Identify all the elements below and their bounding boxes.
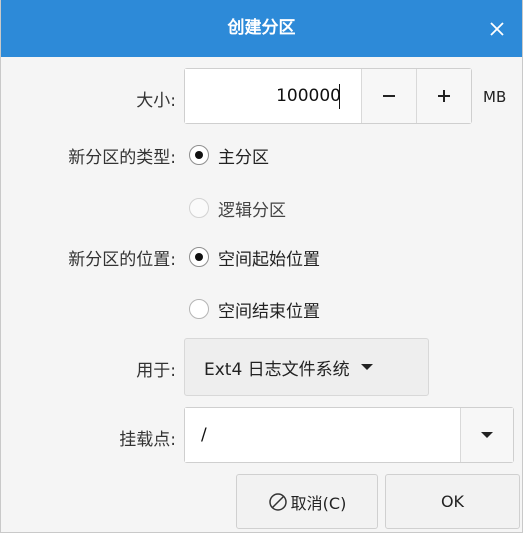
radio-logical-partition[interactable]: 逻辑分区	[189, 193, 286, 223]
caret-down-icon	[360, 364, 373, 370]
close-icon	[490, 22, 504, 36]
radio-label: 主分区	[218, 147, 269, 168]
filesystem-dropdown[interactable]: Ext4 日志文件系统	[184, 338, 429, 396]
radio-button-checked[interactable]	[189, 247, 209, 267]
radio-button-unchecked[interactable]	[189, 198, 209, 218]
size-label: 大小:	[136, 91, 176, 111]
filesystem-value: Ext4 日志文件系统	[204, 359, 350, 380]
mount-point-label: 挂载点:	[119, 430, 176, 450]
radio-start-of-space[interactable]: 空间起始位置	[189, 242, 320, 272]
radio-end-of-space[interactable]: 空间结束位置	[189, 294, 320, 324]
text-cursor	[339, 84, 340, 109]
size-unit: MB	[483, 88, 507, 106]
create-partition-dialog: 创建分区 大小: MB 新分区的类型: 主分区 逻辑分区 新分区的位	[0, 0, 523, 533]
ok-button-label: OK	[440, 492, 465, 511]
caret-down-icon	[481, 432, 493, 438]
cancel-button-label: 取消(C)	[290, 493, 347, 513]
mount-point-combobox	[184, 407, 514, 463]
plus-icon	[438, 90, 450, 102]
partition-position-label: 新分区的位置:	[68, 250, 176, 270]
size-spinbox	[184, 68, 472, 124]
minus-icon	[383, 95, 395, 97]
radio-label: 空间起始位置	[218, 249, 320, 270]
radio-primary-partition[interactable]: 主分区	[189, 140, 269, 170]
radio-button-checked[interactable]	[189, 145, 209, 165]
radio-label: 空间结束位置	[218, 301, 320, 322]
increment-button[interactable]	[416, 69, 471, 123]
partition-type-label: 新分区的类型:	[68, 148, 176, 168]
radio-button-unchecked[interactable]	[189, 299, 209, 319]
radio-label: 逻辑分区	[218, 200, 286, 221]
cancel-circle-icon	[268, 492, 287, 511]
cancel-button[interactable]: 取消(C)	[236, 474, 378, 529]
dialog-title: 创建分区	[227, 18, 296, 38]
close-button[interactable]	[482, 14, 512, 44]
decrement-button[interactable]	[361, 69, 416, 123]
use-for-label: 用于:	[136, 361, 176, 381]
ok-button[interactable]: OK	[385, 474, 520, 529]
mount-point-input[interactable]	[185, 408, 460, 462]
mount-point-dropdown-button[interactable]	[460, 408, 513, 462]
title-bar: 创建分区	[1, 0, 522, 57]
size-input[interactable]	[185, 69, 361, 123]
